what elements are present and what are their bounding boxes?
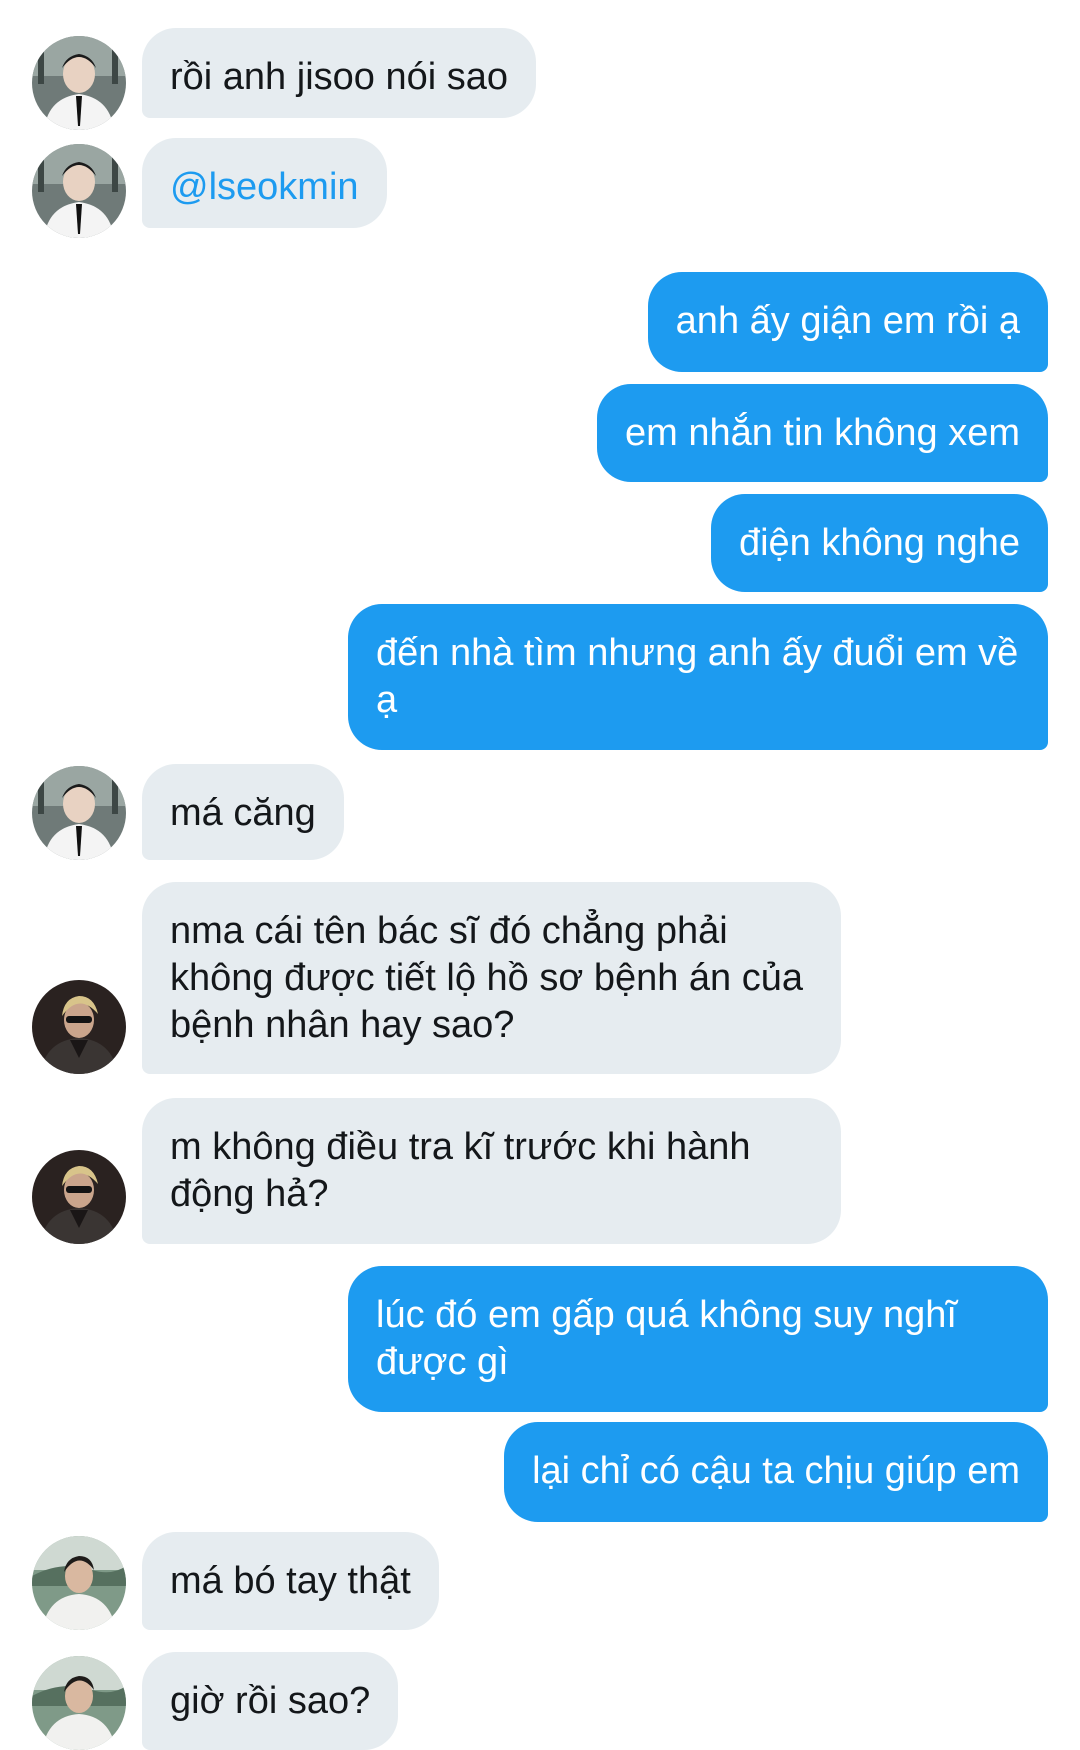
message-text: đến nhà tìm nhưng anh ấy đuổi em về ạ <box>376 632 1019 721</box>
message-text: lại chỉ có cậu ta chịu giúp em <box>532 1450 1020 1492</box>
message-bubble[interactable]: em nhắn tin không xem <box>596 384 1048 482</box>
avatar-user-b-icon <box>32 1150 126 1244</box>
message-bubble[interactable]: lại chỉ có cậu ta chịu giúp em <box>504 1422 1048 1522</box>
avatar-user-a-icon <box>32 36 126 130</box>
message-row: rồi anh jisoo nói sao <box>0 28 1080 130</box>
message-row: điện không nghe <box>0 494 1080 592</box>
message-text: rồi anh jisoo nói sao <box>170 56 508 98</box>
message-bubble[interactable]: nma cái tên bác sĩ đó chẳng phải không đ… <box>142 882 841 1074</box>
avatar-user-c-icon <box>32 1536 126 1630</box>
avatar-user-a-icon <box>32 144 126 238</box>
message-bubble[interactable]: anh ấy giận em rồi ạ <box>647 272 1048 372</box>
avatar[interactable] <box>32 766 126 860</box>
message-row: m không điều tra kĩ trước khi hành động … <box>0 1098 1080 1244</box>
message-text: m không điều tra kĩ trước khi hành động … <box>170 1126 751 1215</box>
avatar[interactable] <box>32 1656 126 1750</box>
message-bubble[interactable]: giờ rồi sao? <box>142 1652 399 1750</box>
message-bubble[interactable]: @lseokmin <box>142 138 387 228</box>
avatar-user-b-icon <box>32 980 126 1074</box>
avatar[interactable] <box>32 1150 126 1244</box>
message-text: điện không nghe <box>738 522 1020 564</box>
message-text: em nhắn tin không xem <box>624 412 1020 454</box>
message-bubble[interactable]: đến nhà tìm nhưng anh ấy đuổi em về ạ <box>348 604 1048 750</box>
message-bubble[interactable]: má căng <box>142 764 344 860</box>
message-bubble[interactable]: điện không nghe <box>710 494 1048 592</box>
message-bubble[interactable]: m không điều tra kĩ trước khi hành động … <box>142 1098 841 1244</box>
message-text: nma cái tên bác sĩ đó chẳng phải không đ… <box>170 910 804 1046</box>
message-bubble[interactable]: rồi anh jisoo nói sao <box>142 28 536 118</box>
message-row: đến nhà tìm nhưng anh ấy đuổi em về ạ <box>0 604 1080 750</box>
message-text: má bó tay thật <box>170 1560 411 1602</box>
avatar[interactable] <box>32 36 126 130</box>
message-text: má căng <box>170 792 316 834</box>
mention-link[interactable]: @lseokmin <box>170 166 359 208</box>
message-row: má căng <box>0 764 1080 860</box>
avatar-user-c-icon <box>32 1656 126 1750</box>
message-bubble[interactable]: lúc đó em gấp quá không suy nghĩ được gì <box>348 1266 1048 1412</box>
avatar[interactable] <box>32 980 126 1074</box>
message-row: lúc đó em gấp quá không suy nghĩ được gì <box>0 1266 1080 1412</box>
avatar[interactable] <box>32 1536 126 1630</box>
message-text: anh ấy giận em rồi ạ <box>675 300 1020 342</box>
message-row: @lseokmin <box>0 138 1080 238</box>
chat-thread: rồi anh jisoo nói sao @lseokmin anh ấy g… <box>0 0 1080 1750</box>
message-text: giờ rồi sao? <box>170 1680 371 1722</box>
message-row: lại chỉ có cậu ta chịu giúp em <box>0 1422 1080 1522</box>
avatar-user-a-icon <box>32 766 126 860</box>
avatar[interactable] <box>32 144 126 238</box>
message-row: má bó tay thật <box>0 1532 1080 1630</box>
message-row: giờ rồi sao? <box>0 1652 1080 1750</box>
message-row: anh ấy giận em rồi ạ <box>0 272 1080 372</box>
message-bubble[interactable]: má bó tay thật <box>142 1532 439 1630</box>
message-text: lúc đó em gấp quá không suy nghĩ được gì <box>376 1294 957 1383</box>
message-row: em nhắn tin không xem <box>0 384 1080 482</box>
message-row: nma cái tên bác sĩ đó chẳng phải không đ… <box>0 882 1080 1074</box>
